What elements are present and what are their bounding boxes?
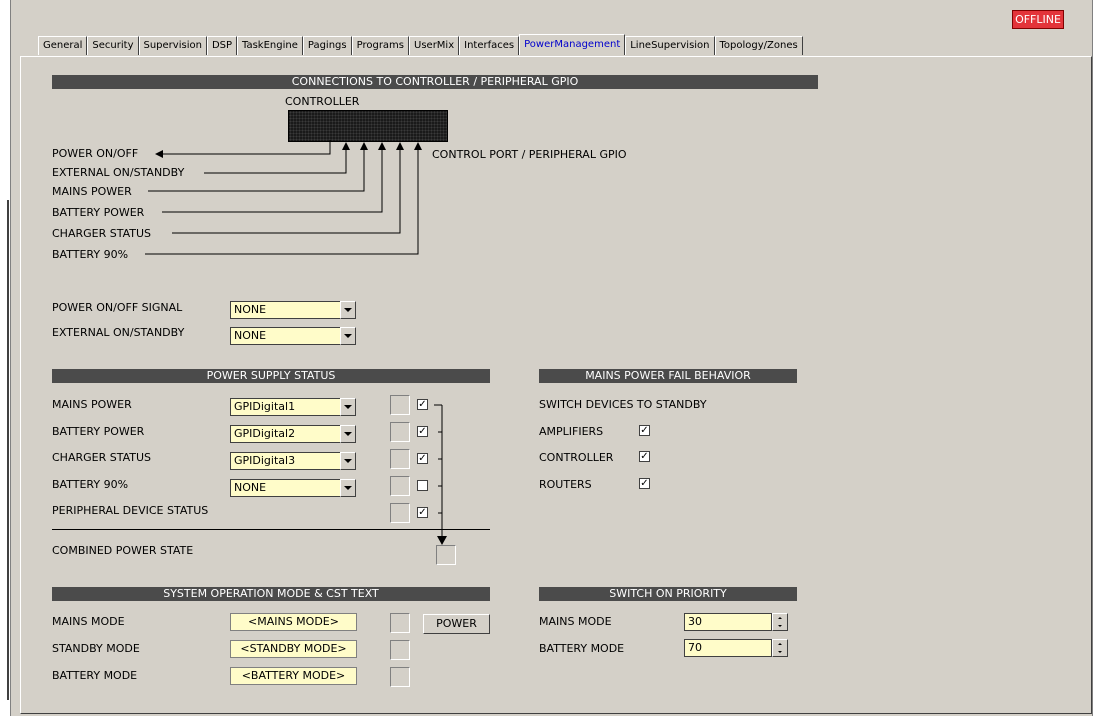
power-onoff-signal-label: POWER ON/OFF SIGNAL xyxy=(52,301,183,314)
chevron-down-icon[interactable] xyxy=(340,452,356,470)
external-standby-value: NONE xyxy=(230,327,340,345)
sys-battery-mode-indicator xyxy=(390,667,410,687)
power-button[interactable]: POWER xyxy=(423,614,490,634)
switch-on-priority-header: SWITCH ON PRIORITY xyxy=(539,587,797,601)
prio-battery-mode-spinner[interactable]: 70 xyxy=(684,639,788,657)
combined-power-state-label: COMBINED POWER STATE xyxy=(52,544,194,557)
external-standby-dropdown[interactable]: NONE xyxy=(230,327,356,345)
spin-arrows-icon[interactable] xyxy=(772,613,788,631)
prio-battery-mode-value[interactable]: 70 xyxy=(684,639,772,657)
signal-label-mains-power: MAINS POWER xyxy=(52,185,132,198)
signal-label-external-standby: EXTERNAL ON/STANDBY xyxy=(52,166,185,179)
controller-checkbox[interactable]: ✓ xyxy=(639,451,650,462)
ps-battery-90-value: NONE xyxy=(230,479,340,497)
external-standby-label: EXTERNAL ON/STANDBY xyxy=(52,326,185,339)
ps-mains-power-indicator xyxy=(390,395,410,415)
tab-topology-zones[interactable]: Topology/Zones xyxy=(714,36,803,55)
mains-power-arrow xyxy=(360,142,368,150)
prio-mains-mode-label: MAINS MODE xyxy=(539,615,612,628)
offline-status-badge: OFFLINE xyxy=(1012,10,1064,29)
ps-battery-90-indicator xyxy=(390,476,410,496)
combined-power-state-indicator xyxy=(436,545,456,565)
sys-mains-mode-indicator xyxy=(390,613,410,633)
signal-label-power-onoff: POWER ON/OFF xyxy=(52,147,139,160)
sys-battery-mode-field[interactable]: <BATTERY MODE> xyxy=(230,667,357,685)
ps-peripheral-indicator xyxy=(390,503,410,523)
ps-mains-power-value: GPIDigital1 xyxy=(230,398,340,416)
routers-label: ROUTERS xyxy=(539,478,592,491)
ps-battery-power-indicator xyxy=(390,422,410,442)
power-onoff-signal-dropdown[interactable]: NONE xyxy=(230,301,356,319)
sys-standby-mode-indicator xyxy=(390,640,410,660)
spin-arrows-icon[interactable] xyxy=(772,639,788,657)
sys-standby-mode-label: STANDBY MODE xyxy=(52,642,140,655)
ps-battery-90-dropdown[interactable]: NONE xyxy=(230,479,356,497)
power-supply-status-header: POWER SUPPLY STATUS xyxy=(52,369,490,383)
chevron-down-icon[interactable] xyxy=(340,479,356,497)
signal-label-battery-90: BATTERY 90% xyxy=(52,248,129,261)
chevron-down-icon[interactable] xyxy=(340,398,356,416)
sys-standby-mode-field[interactable]: <STANDBY MODE> xyxy=(230,640,357,658)
routers-checkbox[interactable]: ✓ xyxy=(639,478,650,489)
signal-label-battery-power: BATTERY POWER xyxy=(52,206,145,219)
switch-to-standby-label: SWITCH DEVICES TO STANDBY xyxy=(539,398,707,411)
system-mode-header: SYSTEM OPERATION MODE & CST TEXT xyxy=(52,587,490,601)
charger-status-arrow xyxy=(396,142,404,150)
signal-label-charger-status: CHARGER STATUS xyxy=(52,227,152,240)
battery-90-arrow xyxy=(414,142,422,150)
battery-power-arrow xyxy=(378,142,386,150)
controller-standby-label: CONTROLLER xyxy=(539,451,614,464)
battery-90-wire xyxy=(145,150,419,255)
ps-charger-status-dropdown[interactable]: GPIDigital3 xyxy=(230,452,356,470)
sys-mains-mode-label: MAINS MODE xyxy=(52,615,125,628)
mains-fail-header: MAINS POWER FAIL BEHAVIOR xyxy=(539,369,797,383)
ps-battery-power-value: GPIDigital2 xyxy=(230,425,340,443)
ps-charger-status-value: GPIDigital3 xyxy=(230,452,340,470)
power-onoff-arrow xyxy=(155,150,163,158)
ps-label-mains-power: MAINS POWER xyxy=(52,398,132,411)
prio-mains-mode-spinner[interactable]: 30 xyxy=(684,613,788,631)
prio-mains-mode-value[interactable]: 30 xyxy=(684,613,772,631)
chevron-down-icon[interactable] xyxy=(340,327,356,345)
combined-separator xyxy=(52,529,490,530)
battery-power-wire xyxy=(162,150,383,213)
external-standby-arrow xyxy=(342,142,350,150)
amplifiers-checkbox[interactable]: ✓ xyxy=(639,425,650,436)
sys-mains-mode-field[interactable]: <MAINS MODE> xyxy=(230,613,357,631)
sys-battery-mode-label: BATTERY MODE xyxy=(52,669,138,682)
power-onoff-wire xyxy=(162,140,331,155)
right-window-edge xyxy=(1092,0,1100,716)
external-standby-wire xyxy=(204,150,347,174)
chevron-down-icon[interactable] xyxy=(340,425,356,443)
ps-charger-status-indicator xyxy=(390,449,410,469)
ps-mains-power-dropdown[interactable]: GPIDigital1 xyxy=(230,398,356,416)
ps-label-charger-status: CHARGER STATUS xyxy=(52,451,152,464)
power-onoff-signal-value: NONE xyxy=(230,301,340,319)
ps-label-battery-power: BATTERY POWER xyxy=(52,425,145,438)
amplifiers-label: AMPLIFIERS xyxy=(539,425,604,438)
ps-label-peripheral-device-status: PERIPHERAL DEVICE STATUS xyxy=(52,504,209,517)
control-port-label: CONTROL PORT / PERIPHERAL GPIO xyxy=(432,148,627,161)
prio-battery-mode-label: BATTERY MODE xyxy=(539,642,625,655)
chevron-down-icon[interactable] xyxy=(340,301,356,319)
combine-flow-lines xyxy=(434,404,447,545)
ps-label-battery-90: BATTERY 90% xyxy=(52,478,129,491)
ps-battery-power-dropdown[interactable]: GPIDigital2 xyxy=(230,425,356,443)
